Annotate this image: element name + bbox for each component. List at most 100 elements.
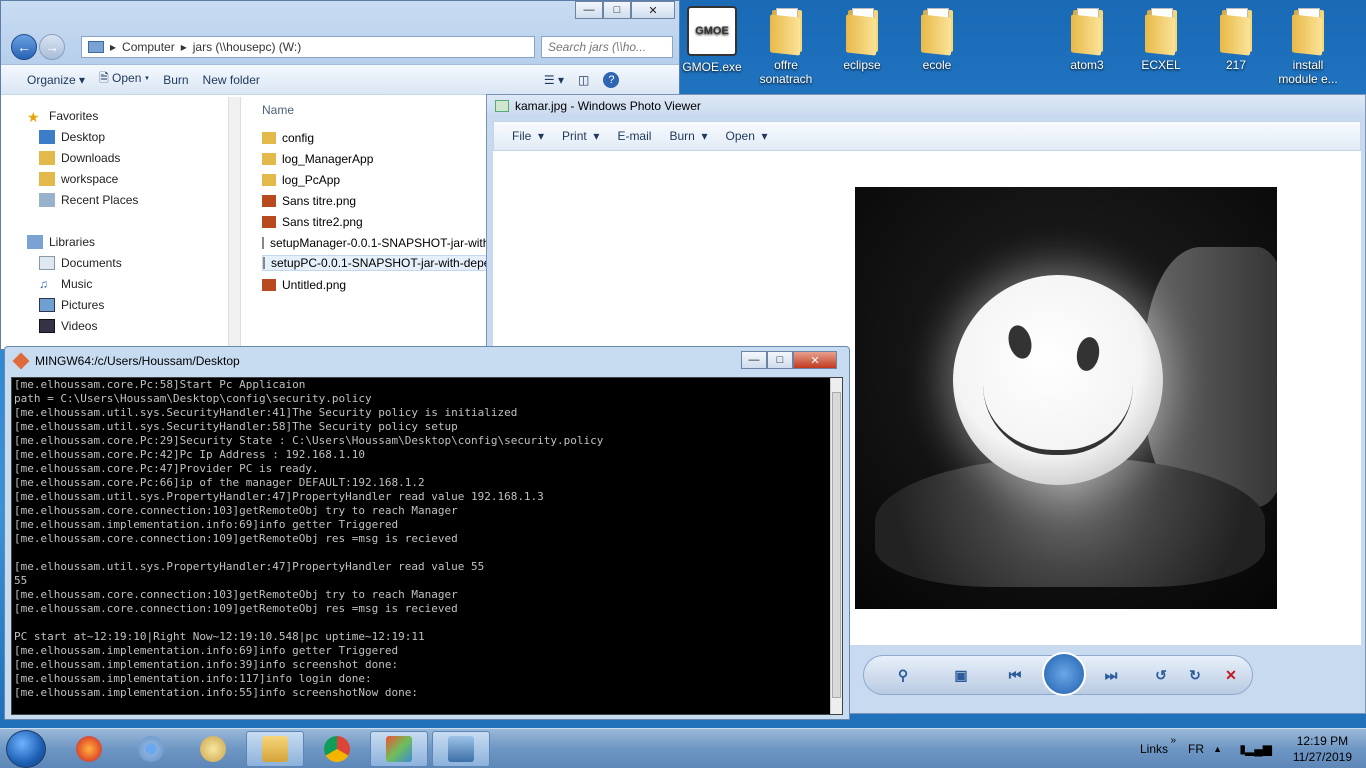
pictures-icon [39, 298, 55, 312]
delete-icon[interactable]: ✕ [1220, 666, 1242, 684]
file-item[interactable]: Sans titre.png [262, 194, 492, 208]
chevron-double-icon[interactable]: » [1170, 735, 1176, 746]
column-header-name[interactable]: Name [262, 103, 294, 117]
view-options-icon[interactable]: ☰ ▾ [544, 73, 564, 87]
search-input[interactable]: Search jars (\\ho... [541, 36, 673, 58]
desktop-icon-gmoe[interactable]: GMOE GMOE.exe [676, 6, 748, 74]
menu-file[interactable]: File ▾ [512, 129, 544, 143]
file-item[interactable]: log_ManagerApp [262, 152, 492, 166]
file-name: setupManager-0.0.1-SNAPSHOT-jar-with-dep… [270, 236, 492, 250]
explorer-icon [262, 736, 288, 762]
desktop-icon-217[interactable]: 217 [1200, 6, 1272, 72]
photo-viewer-menu: File ▾ Print ▾ E-mail Burn ▾ Open ▾ [493, 121, 1361, 151]
nav-videos[interactable]: Videos [39, 319, 97, 333]
paint-icon [200, 736, 226, 762]
minimize-button[interactable]: — [741, 351, 767, 369]
maximize-button[interactable]: □ [603, 1, 631, 19]
folder-icon [262, 153, 276, 165]
organize-button[interactable]: Organize ▾ [27, 73, 85, 87]
actual-size-icon[interactable]: ▣ [950, 666, 972, 684]
chevron-right-icon: ▸ [110, 40, 117, 54]
file-name: log_ManagerApp [282, 152, 374, 166]
rotate-left-icon[interactable]: ↺ [1150, 666, 1172, 684]
close-button[interactable]: ✕ [793, 351, 837, 369]
nav-libraries[interactable]: Libraries [27, 235, 95, 249]
preview-pane-icon[interactable]: ◫ [578, 73, 589, 87]
jar-file-icon [263, 257, 265, 269]
start-button[interactable] [6, 730, 46, 768]
file-item-selected[interactable]: setupPC-0.0.1-SNAPSHOT-jar-with-dependen… [262, 255, 492, 271]
maximize-button[interactable]: □ [767, 351, 793, 369]
network-signal-icon[interactable]: ▂▄▆ [1245, 742, 1272, 756]
nav-videos-label: Videos [61, 319, 98, 333]
nav-favorites[interactable]: ★ Favorites [27, 109, 98, 125]
terminal-output[interactable]: [me.elhoussam.core.Pc:58]Start Pc Applic… [11, 377, 843, 715]
file-item[interactable]: log_PcApp [262, 173, 492, 187]
previous-icon[interactable]: ⏮ [1004, 666, 1026, 684]
tray-expand-icon[interactable]: ▲ [1213, 744, 1222, 754]
nav-recent-places[interactable]: Recent Places [39, 193, 138, 207]
taskbar-firefox[interactable] [60, 731, 118, 767]
breadcrumb-computer[interactable]: Computer [122, 40, 175, 54]
git-bash-icon [386, 736, 412, 762]
nav-downloads[interactable]: Downloads [39, 151, 120, 165]
photo-viewer-app-icon [495, 100, 509, 112]
documents-icon [39, 256, 55, 270]
zoom-icon[interactable]: ⚲ [892, 666, 914, 684]
forward-button[interactable]: → [39, 34, 65, 60]
smiley-eye-right [1074, 335, 1102, 373]
close-button[interactable]: ✕ [631, 1, 675, 19]
file-item[interactable]: Untitled.png [262, 278, 492, 292]
nav-music[interactable]: ♫ Music [39, 277, 92, 291]
breadcrumb-jars[interactable]: jars (\\housepc) (W:) [193, 40, 301, 54]
taskbar-git-bash[interactable] [370, 731, 428, 767]
help-icon[interactable]: ? [603, 71, 620, 88]
taskbar-paint[interactable] [184, 731, 242, 767]
taskbar-photo-viewer[interactable] [432, 731, 490, 767]
terminal-scrollbar[interactable] [830, 378, 842, 714]
desktop-icon-atom3[interactable]: atom3 [1051, 6, 1123, 72]
file-item[interactable]: setupManager-0.0.1-SNAPSHOT-jar-with-dep… [262, 236, 492, 250]
next-icon[interactable]: ⏭ [1100, 666, 1122, 684]
file-name: setupPC-0.0.1-SNAPSHOT-jar-with-dependen… [271, 256, 491, 270]
language-indicator[interactable]: FR [1188, 742, 1204, 756]
folder-icon [842, 6, 882, 56]
nav-pictures[interactable]: Pictures [39, 298, 104, 312]
taskbar-chromium[interactable] [122, 731, 180, 767]
desktop-icon-offre-sonatrach[interactable]: offre sonatrach [750, 6, 822, 86]
nav-desktop[interactable]: Desktop [39, 130, 105, 144]
nav-documents[interactable]: Documents [39, 256, 122, 270]
burn-button[interactable]: Burn [163, 73, 188, 87]
open-button[interactable]: 🗎 Open ▾ [99, 69, 149, 90]
minimize-button[interactable]: — [575, 1, 603, 19]
nav-scrollbar[interactable] [228, 97, 240, 351]
chromium-icon [138, 736, 164, 762]
links-toolbar[interactable]: Links [1140, 742, 1168, 756]
desktop-icon-ecole[interactable]: ecole [901, 6, 973, 72]
address-bar[interactable]: ▸ Computer ▸ jars (\\housepc) (W:) [81, 36, 535, 58]
terminal-title: MINGW64:/c/Users/Houssam/Desktop [35, 354, 240, 368]
menu-burn[interactable]: Burn ▾ [669, 129, 707, 143]
new-folder-button[interactable]: New folder [203, 73, 260, 87]
taskbar-chrome[interactable] [308, 731, 366, 767]
explorer-toolbar: Organize ▾ 🗎 Open ▾ Burn New folder ☰ ▾ … [1, 65, 679, 95]
taskbar-explorer[interactable] [246, 731, 304, 767]
menu-email[interactable]: E-mail [617, 129, 651, 143]
file-item[interactable]: Sans titre2.png [262, 215, 492, 229]
slideshow-button[interactable] [1042, 652, 1086, 696]
clock[interactable]: 12:19 PM 11/27/2019 [1293, 733, 1352, 765]
desktop-icon-eclipse[interactable]: eclipse [826, 6, 898, 72]
nav-workspace[interactable]: workspace [39, 172, 118, 186]
menu-print[interactable]: Print ▾ [562, 129, 599, 143]
file-item[interactable]: config [262, 131, 492, 145]
menu-burn-label: Burn [669, 129, 695, 143]
back-button[interactable]: ← [11, 34, 37, 60]
rotate-right-icon[interactable]: ↻ [1184, 666, 1206, 684]
scrollbar-thumb[interactable] [832, 392, 841, 698]
terminal-line: [me.elhoussam.util.sys.PropertyHandler:4… [14, 490, 544, 503]
menu-open[interactable]: Open ▾ [726, 129, 768, 143]
nav-music-label: Music [61, 277, 93, 291]
desktop-icon-install-module[interactable]: install module e... [1272, 6, 1344, 86]
smiley-ball [953, 275, 1163, 485]
desktop-icon-ecxel[interactable]: ECXEL [1125, 6, 1197, 72]
